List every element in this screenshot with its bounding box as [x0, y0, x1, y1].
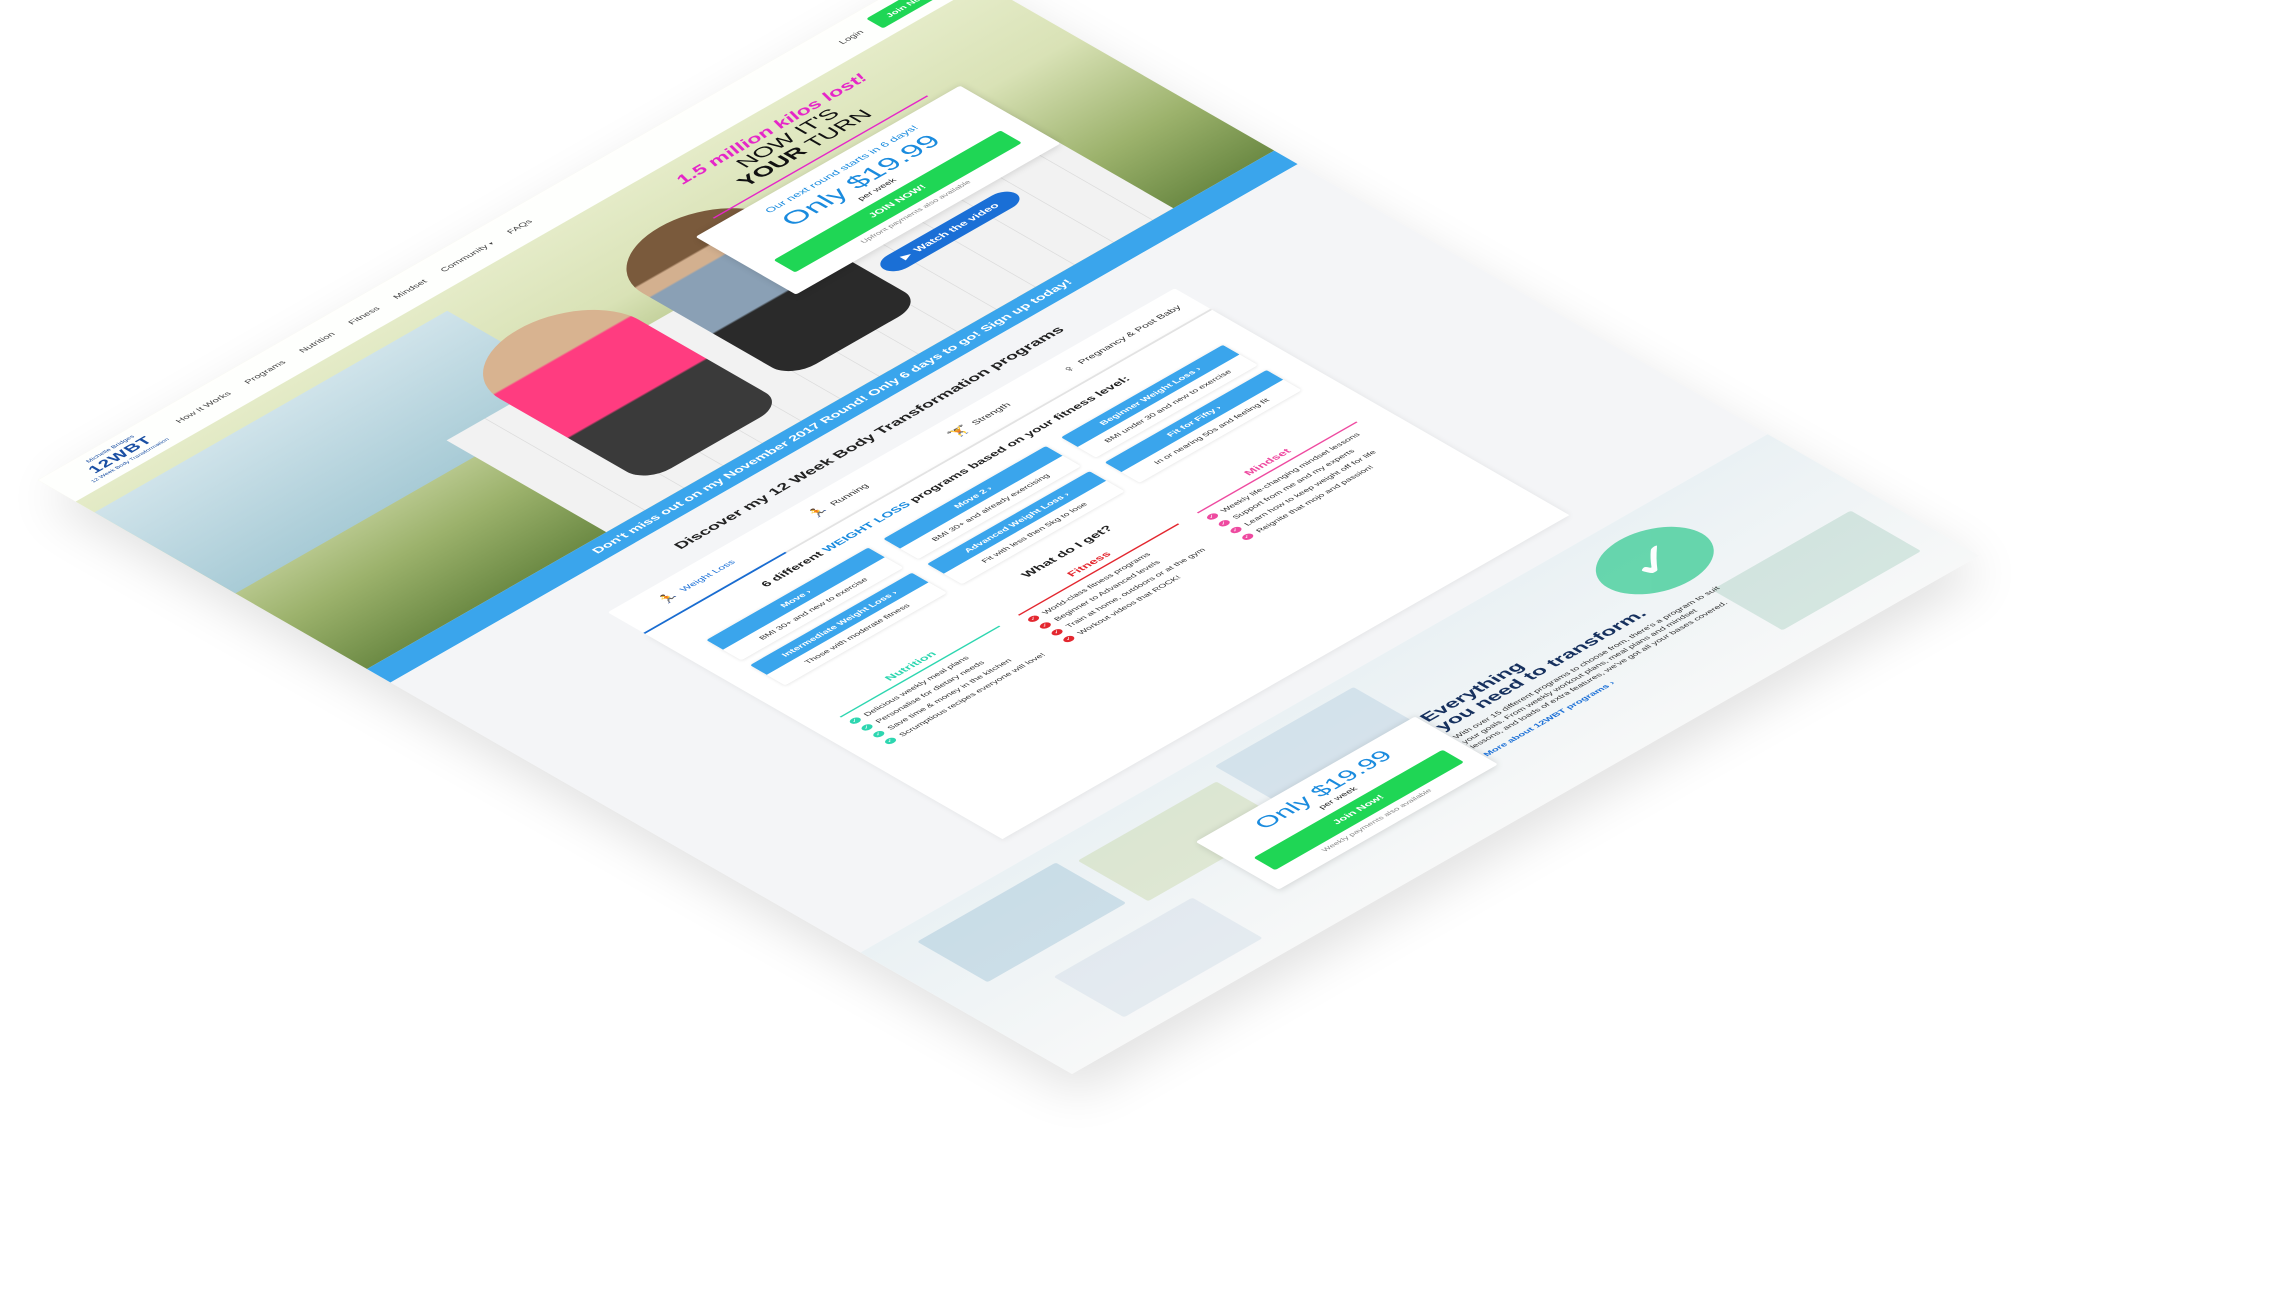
nav-community-label: Community	[437, 243, 491, 274]
check-icon: ✓	[847, 716, 863, 726]
list-item: ✓ Delicious weekly meal plans	[847, 630, 1015, 726]
check-icon: ✓	[1228, 525, 1244, 535]
list-item: ✓ World-class fitness programs	[1026, 528, 1193, 624]
running-icon: 🏃	[803, 504, 833, 521]
chevron-down-icon: ▾	[487, 241, 496, 247]
everything-title-line2: you need to transform.	[1430, 607, 1651, 733]
login-link[interactable]: Login	[836, 29, 865, 46]
nav-fitness[interactable]: Fitness	[346, 305, 382, 326]
isometric-stage: 1.5 million kilos lost! NOW IT'S YOUR TU…	[0, 0, 2276, 1306]
check-icon: ✓	[1239, 532, 1256, 542]
list-item: ✓ Train at home, outdoors or at the gym	[1049, 542, 1217, 637]
weekly-payments-note: Weekly payments also available	[1319, 787, 1434, 853]
pregnancy-icon: ♀	[1057, 362, 1080, 376]
check-icon: ✓	[1216, 519, 1232, 528]
check-icon: ✓	[859, 723, 875, 732]
tab-running-label: Running	[827, 482, 871, 508]
weight-loss-icon: 🏃	[653, 589, 683, 607]
list-item: ✓ Learn how to keep weight off for life	[1228, 440, 1395, 535]
strength-icon: 🏋	[944, 423, 974, 440]
check-icon: ✓	[1049, 627, 1065, 637]
check-icon: ✓	[1037, 621, 1054, 630]
list-item: ✓ Weekly life-changing mindset lessons	[1204, 426, 1372, 522]
nav-programs[interactable]: Programs	[242, 359, 288, 385]
landing-page: 1.5 million kilos lost! NOW IT'S YOUR TU…	[38, 0, 1980, 1075]
collage-image	[1712, 510, 1922, 631]
tab-strength-label: Strength	[969, 401, 1013, 427]
check-icon: ✓	[882, 736, 899, 746]
check-icon: ✓	[1061, 634, 1077, 644]
check-icon: ✓	[1204, 512, 1220, 522]
nav-faqs[interactable]: FAQs	[505, 218, 535, 235]
check-icon: ✓	[871, 729, 887, 739]
nav-mindset[interactable]: Mindset	[391, 278, 429, 300]
play-icon: ▶	[897, 251, 916, 262]
check-icon: ✓	[1026, 614, 1042, 624]
list-item: ✓ Save time & money in the kitchen	[871, 644, 1038, 739]
nav-nutrition[interactable]: Nutrition	[297, 331, 337, 354]
everything-description: With over 15 different programs to choos…	[1450, 585, 1730, 750]
